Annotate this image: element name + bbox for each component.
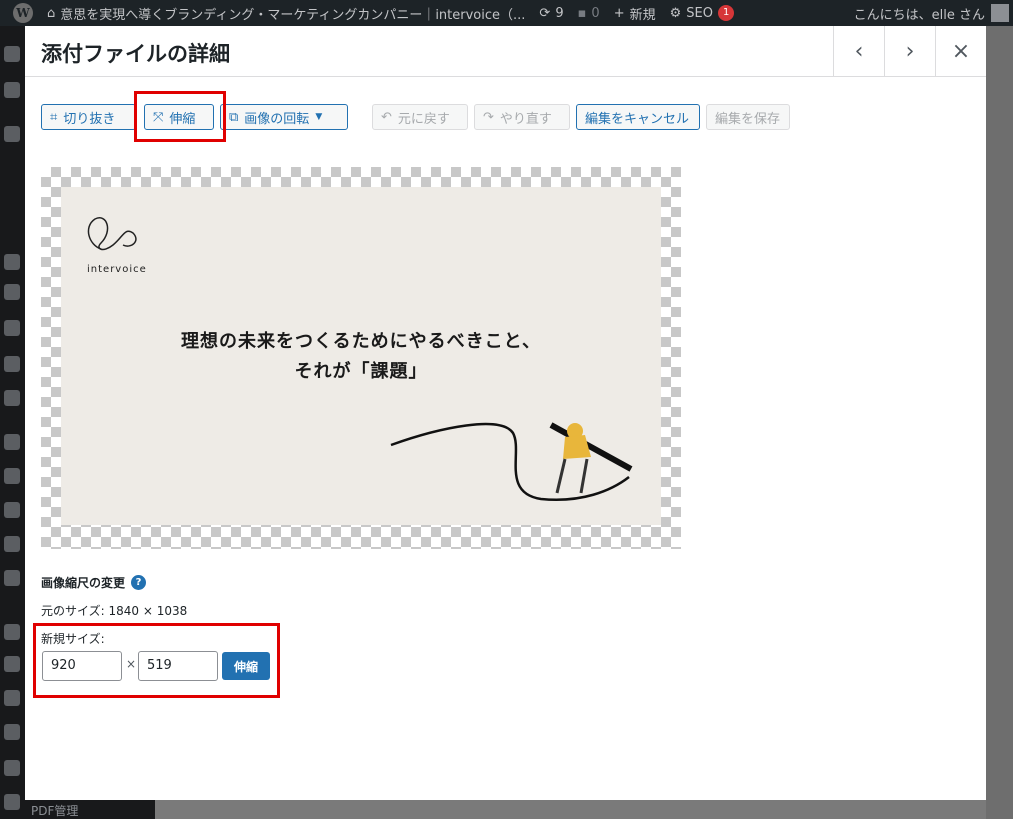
table-icon[interactable] — [4, 690, 20, 706]
plus-icon: + — [613, 5, 625, 21]
site-name-link[interactable]: ⌂ 意思を実現へ導くブランディング・マーケティングカンパニー｜intervoic… — [40, 4, 532, 23]
attachment-details-modal: 添付ファイルの詳細 ‹ › × ⌗ 切り抜き ⤧ 伸縮 ⧉ 画像の回転 ▼ ↶ … — [25, 26, 986, 800]
wordpress-logo-button[interactable]: W — [0, 3, 40, 23]
close-button[interactable]: × — [935, 26, 986, 76]
rotate-dropdown[interactable]: ⧉ 画像の回転 ▼ — [220, 104, 348, 130]
seo-notification-badge: 1 — [717, 5, 735, 21]
seo-label: SEO — [686, 5, 713, 21]
help-icon[interactable]: ? — [131, 575, 147, 590]
updates-icon: ⟳ — [539, 5, 551, 21]
form-icon[interactable] — [4, 390, 20, 406]
admin-bar: W ⌂ 意思を実現へ導くブランディング・マーケティングカンパニー｜intervo… — [0, 0, 1013, 26]
highlight-box-new-size — [33, 623, 280, 698]
plugins-icon[interactable] — [4, 468, 20, 484]
rotate-label: 画像の回転 — [244, 111, 310, 127]
comments-link[interactable]: ▪ 0 — [571, 6, 607, 21]
users-icon[interactable] — [4, 502, 20, 518]
comment-icon: ▪ — [577, 5, 587, 21]
seo-menu[interactable]: ⚙ SEO 1 — [663, 5, 742, 21]
scale-section-title: 画像縮尺の変更 ? — [41, 574, 147, 591]
database-icon[interactable] — [4, 724, 20, 740]
chevron-right-icon: › — [905, 38, 915, 64]
site-name-text: 意思を実現へ導くブランディング・マーケティングカンパニー｜intervoice（… — [60, 7, 526, 23]
updates-link[interactable]: ⟳ 9 — [532, 6, 570, 21]
chevron-left-icon: ‹ — [854, 38, 864, 64]
redo-label: やり直す — [499, 111, 552, 127]
preview-image: intervoice 理想の未来をつくるためにやるべきこと、 それが「課題」 — [61, 187, 661, 525]
person-legs — [555, 458, 589, 494]
cancel-edit-label: 編集をキャンセル — [585, 111, 690, 127]
crop-icon: ⌗ — [50, 109, 58, 125]
undo-icon: ↶ — [381, 109, 392, 125]
headline-line-2: それが「課題」 — [294, 361, 428, 382]
refresh-icon[interactable] — [4, 570, 20, 586]
menu-item-pdf[interactable]: PDF管理 — [25, 800, 155, 819]
intervoice-logo-mark — [87, 217, 137, 251]
highlight-box-scale-button — [134, 91, 226, 142]
gear-icon[interactable] — [4, 656, 20, 672]
modal-header: 添付ファイルの詳細 ‹ › × — [25, 26, 986, 77]
headline-line-1: 理想の未来をつくるためにやるべきこと、 — [181, 331, 541, 352]
scale-title-text: 画像縮尺の変更 — [41, 576, 126, 590]
tag-icon[interactable] — [4, 284, 20, 300]
caret-down-icon: ▼ — [315, 112, 323, 122]
background-panel — [986, 26, 1013, 819]
gear-icon[interactable] — [4, 794, 20, 810]
avatar[interactable] — [991, 4, 1009, 22]
drawn-line — [390, 422, 630, 501]
redo-icon: ↷ — [483, 109, 494, 125]
gear-icon[interactable] — [4, 760, 20, 776]
media-icon[interactable] — [4, 126, 20, 142]
save-edit-button[interactable]: 編集を保存 — [706, 104, 790, 130]
original-size-text: 元のサイズ: 1840 × 1038 — [41, 604, 188, 618]
cancel-edit-button[interactable]: 編集をキャンセル — [576, 104, 700, 130]
comments-count: 0 — [591, 5, 600, 21]
tools-icon[interactable] — [4, 536, 20, 552]
close-icon: × — [951, 38, 971, 64]
mail-icon[interactable] — [4, 356, 20, 372]
page-title: 添付ファイルの詳細 — [41, 42, 230, 66]
crop-label: 切り抜き — [63, 111, 116, 127]
undo-label: 元に戻す — [397, 111, 450, 127]
admin-side-menu — [0, 26, 25, 819]
greeting-text[interactable]: こんにちは、elle さん — [854, 4, 985, 23]
home-icon: ⌂ — [47, 5, 56, 21]
new-label: 新規 — [629, 7, 656, 23]
image-headline: 理想の未来をつくるためにやるべきこと、 それが「課題」 — [61, 327, 661, 387]
save-edit-label: 編集を保存 — [715, 111, 781, 127]
appearance-icon[interactable] — [4, 434, 20, 450]
new-content-link[interactable]: + 新規 — [607, 4, 663, 23]
updates-count: 9 — [555, 5, 564, 21]
redo-button[interactable]: ↷ やり直す — [474, 104, 570, 130]
person-body — [563, 435, 591, 459]
next-button[interactable]: › — [884, 26, 935, 76]
tag-icon[interactable] — [4, 254, 20, 270]
pages-icon[interactable] — [4, 320, 20, 336]
crop-button[interactable]: ⌗ 切り抜き — [41, 104, 136, 130]
previous-button[interactable]: ‹ — [833, 26, 884, 76]
grid-icon[interactable] — [4, 624, 20, 640]
wordpress-icon: W — [13, 3, 33, 23]
dashboard-icon[interactable] — [4, 46, 20, 62]
seo-gear-icon: ⚙ — [669, 5, 682, 21]
settings-icon[interactable] — [4, 82, 20, 98]
rotate-icon: ⧉ — [229, 109, 239, 125]
logo-text: intervoice — [87, 264, 147, 275]
image-preview-canvas[interactable]: intervoice 理想の未来をつくるためにやるべきこと、 それが「課題」 — [41, 167, 681, 549]
undo-button[interactable]: ↶ 元に戻す — [372, 104, 468, 130]
